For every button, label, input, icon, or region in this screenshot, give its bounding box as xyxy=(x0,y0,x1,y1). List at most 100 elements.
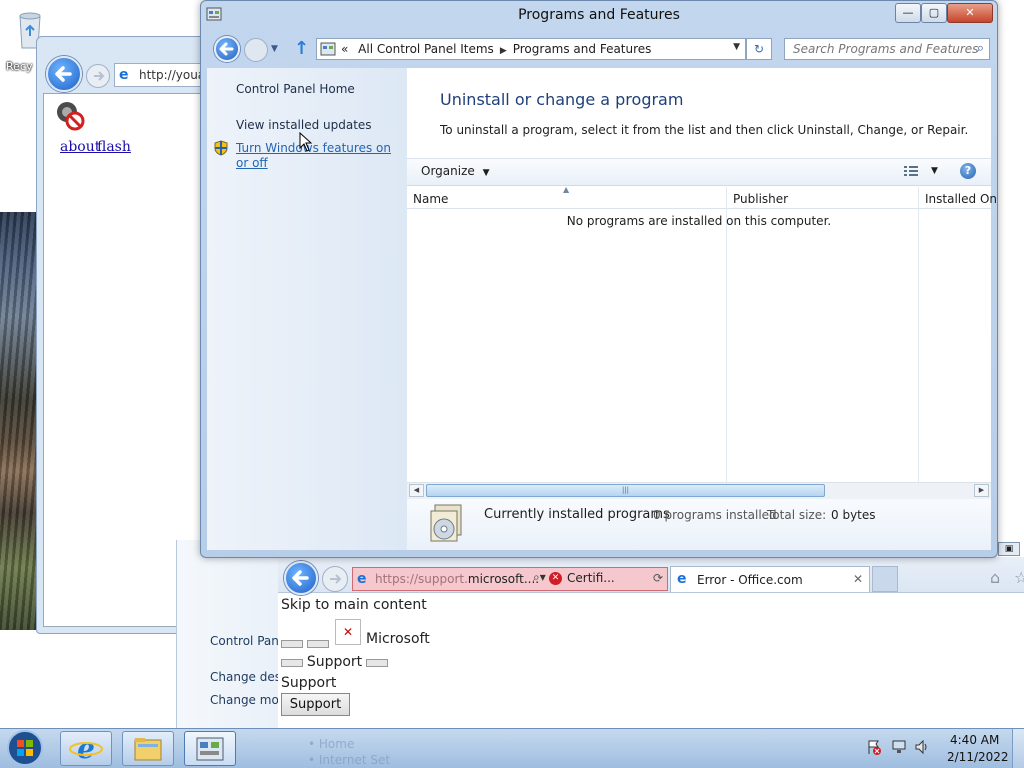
details-size-value: 0 bytes xyxy=(831,508,876,522)
placeholder-button[interactable] xyxy=(281,639,303,648)
ie-left-back-button[interactable] xyxy=(46,56,82,92)
scrollbar-thumb[interactable]: ||| xyxy=(426,484,825,497)
action-center-flag-icon[interactable] xyxy=(866,739,882,755)
maximize-button[interactable]: ▢ xyxy=(921,3,947,23)
volume-icon[interactable] xyxy=(914,739,930,755)
taskbar-control-panel-icon[interactable] xyxy=(184,731,236,766)
ie-support-tab[interactable]: e Error - Office.com ✕ xyxy=(670,566,870,592)
close-button[interactable]: ✕ xyxy=(947,3,993,23)
recycle-bin-label: Recy xyxy=(6,60,33,73)
ie-page-icon: e xyxy=(677,571,687,587)
details-title: Currently installed programs xyxy=(484,507,670,522)
ie-left-url: http://youa xyxy=(139,68,206,82)
tab-close-icon[interactable]: ✕ xyxy=(853,572,863,586)
column-header-row: Name Publisher Installed On xyxy=(407,187,997,209)
column-header-name[interactable]: Name xyxy=(413,192,448,206)
ie-left-forward-button[interactable] xyxy=(86,64,110,88)
placeholder-buttons xyxy=(281,636,329,650)
windows-features-link[interactable]: Turn Windows features on or off xyxy=(236,141,398,171)
details-size-label: Total size: xyxy=(767,508,827,522)
about-link[interactable]: about xyxy=(60,139,100,155)
column-divider xyxy=(918,187,919,483)
placeholder-button[interactable] xyxy=(281,658,303,667)
ie-support-address-bar[interactable]: e https://support.microsoft.... ⌕▾ ✕ Cer… xyxy=(352,567,668,591)
breadcrumb-item[interactable]: Programs and Features xyxy=(513,42,652,56)
column-header-installed-on[interactable]: Installed On xyxy=(925,192,997,206)
search-icon[interactable]: ⌕ xyxy=(977,41,984,56)
network-icon[interactable] xyxy=(891,739,907,755)
up-arrow-icon[interactable]: ↑ xyxy=(294,38,309,59)
ie-support-restore-button[interactable]: ▣ xyxy=(998,542,1020,556)
url-prefix: https://support. xyxy=(375,572,468,586)
skip-to-main-link[interactable]: Skip to main content xyxy=(281,597,427,613)
breadcrumb-separator-icon[interactable]: ▶ xyxy=(500,46,507,56)
url-domain: microsoft.... xyxy=(467,572,540,586)
desktop-wallpaper-photo xyxy=(0,212,40,630)
ie-page-icon: e xyxy=(357,571,367,587)
support-nav-row: Support xyxy=(281,654,388,670)
breadcrumb-overflow[interactable]: « xyxy=(341,42,348,56)
show-desktop-button[interactable] xyxy=(1012,729,1024,768)
svg-text:e: e xyxy=(77,732,95,765)
page-description: To uninstall a program, select it from t… xyxy=(440,123,969,137)
sort-ascending-icon: ▲ xyxy=(563,185,570,194)
view-options-dropdown-icon[interactable]: ▼ xyxy=(931,166,938,176)
taskbar-ghost-text: • Home xyxy=(308,737,355,751)
refresh-icon[interactable]: ↻ xyxy=(746,38,772,60)
favorites-icon[interactable]: ☆ xyxy=(1014,568,1024,587)
certificate-error-label[interactable]: Certifi... xyxy=(567,571,615,585)
scroll-left-arrow-icon[interactable]: ◀ xyxy=(409,484,424,497)
cp-behind-item[interactable]: Change des xyxy=(210,670,281,684)
organize-label: Organize xyxy=(421,164,475,178)
column-divider xyxy=(726,187,727,483)
support-nav-label[interactable]: Support xyxy=(307,654,362,670)
column-header-publisher[interactable]: Publisher xyxy=(733,192,788,206)
flash-blocked-icon xyxy=(54,100,86,132)
minimize-button[interactable]: — xyxy=(895,3,921,23)
uac-shield-icon xyxy=(213,140,229,156)
placeholder-button[interactable] xyxy=(366,658,388,667)
clock-time[interactable]: 4:40 AM xyxy=(950,733,999,747)
address-bar[interactable]: « All Control Panel Items ▶ Programs and F… xyxy=(316,38,746,60)
change-view-icon[interactable] xyxy=(903,164,919,178)
placeholder-button[interactable] xyxy=(306,639,329,648)
page-heading: Uninstall or change a program xyxy=(440,90,684,109)
support-button[interactable]: Support xyxy=(281,693,350,716)
certificate-error-icon[interactable]: ✕ xyxy=(549,572,562,585)
ie-support-back-button[interactable] xyxy=(284,561,318,595)
breadcrumb-item[interactable]: All Control Panel Items xyxy=(358,42,494,56)
help-icon[interactable]: ? xyxy=(960,163,976,179)
ie-support-forward-button[interactable] xyxy=(322,566,348,592)
support-heading: Support xyxy=(281,675,337,691)
back-arrow-icon[interactable] xyxy=(214,36,240,62)
taskbar-file-explorer-icon[interactable] xyxy=(122,731,174,766)
details-program-count: 0 programs installed xyxy=(653,508,777,522)
flash-link[interactable]: flash xyxy=(97,139,131,155)
mouse-cursor-icon xyxy=(299,132,313,152)
empty-list-message: No programs are installed on this comput… xyxy=(566,214,832,228)
recent-pages-dropdown-icon[interactable]: ▼ xyxy=(271,44,278,54)
cp-behind-item[interactable]: Control Pan xyxy=(210,634,279,648)
taskbar-ghost-text: • Internet Set xyxy=(308,753,391,767)
forward-arrow-icon[interactable] xyxy=(244,38,268,62)
view-installed-updates-link[interactable]: View installed updates xyxy=(236,118,372,132)
search-input[interactable]: Search Programs and Features ⌕ xyxy=(784,38,990,60)
scroll-right-arrow-icon[interactable]: ▶ xyxy=(974,484,989,497)
organize-menu-button[interactable]: Organize ▼ xyxy=(421,164,490,178)
search-dropdown-icon[interactable]: ⌕▾ xyxy=(533,570,546,585)
taskbar-internet-explorer-icon[interactable]: e xyxy=(60,731,112,766)
cp-behind-item[interactable]: Change mo xyxy=(210,693,279,707)
start-button-icon[interactable] xyxy=(2,729,48,767)
home-icon[interactable]: ⌂ xyxy=(990,568,1000,587)
clock-date[interactable]: 2/11/2022 xyxy=(947,750,1009,764)
control-panel-home-link[interactable]: Control Panel Home xyxy=(236,82,355,96)
chevron-down-icon: ▼ xyxy=(482,168,490,178)
tab-title: Error - Office.com xyxy=(697,573,803,587)
installed-programs-icon xyxy=(427,503,465,545)
address-dropdown-icon[interactable]: ▼ xyxy=(733,42,740,52)
control-panel-icon xyxy=(320,41,336,57)
new-tab-button[interactable] xyxy=(872,566,898,592)
ie-page-icon: e xyxy=(119,67,129,83)
search-placeholder: Search Programs and Features xyxy=(793,42,979,56)
refresh-icon[interactable]: ⟳ xyxy=(653,571,663,585)
